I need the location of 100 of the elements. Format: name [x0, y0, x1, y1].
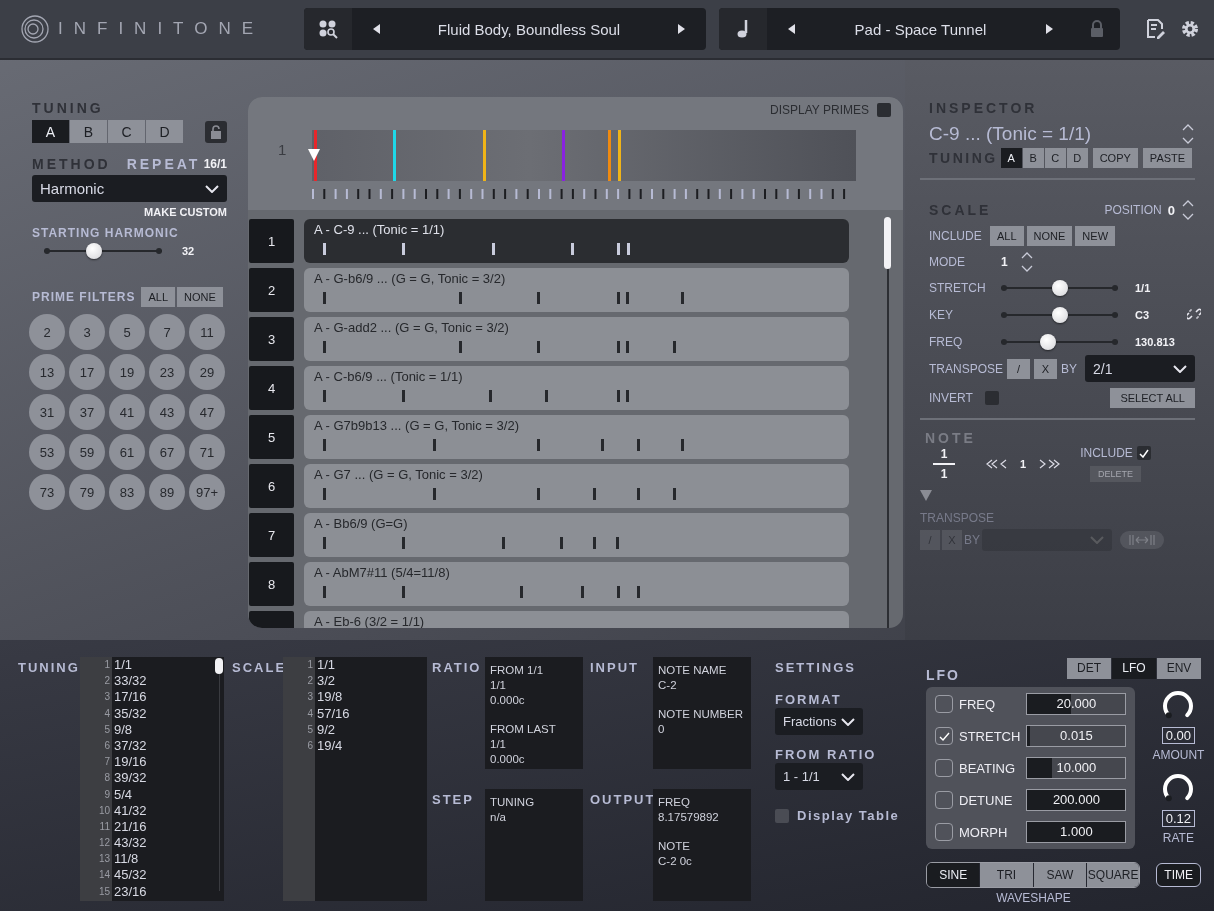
method-dropdown[interactable]: Harmonic: [32, 175, 227, 202]
ratio-value[interactable]: 37/32: [114, 737, 147, 755]
lfo-tab[interactable]: ENV: [1157, 657, 1201, 679]
param-field[interactable]: 1.000: [1026, 821, 1127, 843]
param-checkbox[interactable]: [935, 695, 953, 713]
chord-card[interactable]: A - G7 ... (G = G, Tonic = 3/2): [304, 464, 849, 508]
prime-button[interactable]: 23: [149, 354, 185, 390]
time-button[interactable]: TIME: [1156, 863, 1201, 887]
prime-button[interactable]: 59: [69, 434, 105, 470]
display-primes-checkbox[interactable]: [877, 103, 891, 117]
tuning-tab[interactable]: A: [1000, 148, 1022, 168]
ratio-value[interactable]: 9/2: [317, 721, 350, 738]
transpose-button[interactable]: X: [1034, 358, 1057, 379]
prime-button[interactable]: 7: [149, 314, 185, 350]
slider-thumb[interactable]: [1051, 279, 1068, 296]
scrollbar-thumb[interactable]: [884, 217, 891, 269]
ratio-value[interactable]: 33/32: [114, 673, 147, 690]
transpose-dropdown[interactable]: 2/1: [1085, 355, 1195, 382]
include-button[interactable]: ALL: [990, 226, 1024, 246]
ratio-value[interactable]: 39/32: [114, 770, 147, 787]
prime-button[interactable]: 61: [109, 434, 145, 470]
arrow-right-icon[interactable]: [1044, 23, 1054, 35]
ratio-value[interactable]: 19/4: [317, 737, 350, 755]
save-file-icon[interactable]: [1145, 19, 1165, 39]
from-ratio-dropdown[interactable]: 1 - 1/1: [775, 763, 863, 790]
chord-number[interactable]: 7: [249, 513, 294, 557]
slider-thumb[interactable]: [1039, 333, 1056, 350]
format-dropdown[interactable]: Fractions: [775, 708, 863, 735]
prime-button[interactable]: 71: [189, 434, 225, 470]
prime-button[interactable]: 83: [109, 474, 145, 510]
inspector-button[interactable]: COPY: [1092, 148, 1138, 168]
prime-button[interactable]: 37: [69, 394, 105, 430]
waveshape-option[interactable]: SINE: [927, 863, 980, 887]
chord-card[interactable]: A - C-9 ... (Tonic = 1/1): [304, 219, 849, 263]
slider-thumb[interactable]: [85, 243, 102, 259]
chord-number[interactable]: 5: [249, 415, 294, 459]
chord-card[interactable]: A - G7b9b13 ... (G = G, Tonic = 3/2): [304, 415, 849, 459]
tuning-tab[interactable]: C: [1044, 148, 1066, 168]
chord-number[interactable]: 8: [249, 562, 294, 606]
param-checkbox[interactable]: [935, 791, 953, 809]
prime-button[interactable]: 97+: [189, 474, 225, 510]
prime-button[interactable]: 79: [69, 474, 105, 510]
arrow-right-icon[interactable]: [676, 23, 686, 35]
ratio-value[interactable]: 3/2: [317, 673, 350, 690]
scrollbar-thumb[interactable]: [215, 658, 223, 674]
param-checkbox[interactable]: [935, 727, 953, 745]
prime-filter-button[interactable]: NONE: [177, 287, 223, 307]
tuning-tab[interactable]: C: [108, 120, 145, 143]
lock-button[interactable]: [205, 120, 227, 143]
chord-number[interactable]: 6: [249, 464, 294, 508]
ratio-value[interactable]: 57/16: [317, 705, 350, 722]
playhead-icon[interactable]: [308, 149, 320, 161]
prime-button[interactable]: 43: [149, 394, 185, 430]
display-table-checkbox[interactable]: [775, 808, 789, 823]
ratio-value[interactable]: 1/1: [317, 657, 350, 674]
ratio-value[interactable]: 45/32: [114, 867, 147, 884]
ratio-value[interactable]: 5/4: [114, 786, 147, 803]
prime-button[interactable]: 31: [29, 394, 65, 430]
ratio-value[interactable]: 35/32: [114, 705, 147, 722]
tuning-tab[interactable]: A: [32, 120, 69, 143]
chord-card[interactable]: A - Bb6/9 (G=G): [304, 513, 849, 557]
make-custom-button[interactable]: MAKE CUSTOM: [144, 206, 227, 218]
ratio-value[interactable]: 19/16: [114, 754, 147, 771]
double-right-arrow-icon[interactable]: [1038, 459, 1061, 469]
lfo-tab[interactable]: LFO: [1112, 657, 1156, 679]
include-button[interactable]: NONE: [1026, 226, 1073, 246]
ratio-value[interactable]: 1/1: [114, 657, 147, 674]
up-down-chevron-icon[interactable]: [1181, 198, 1195, 222]
prime-button[interactable]: 53: [29, 434, 65, 470]
chord-number[interactable]: 3: [249, 317, 294, 361]
arrow-left-icon[interactable]: [372, 23, 382, 35]
arrow-left-icon[interactable]: [787, 23, 797, 35]
ratio-value[interactable]: 43/32: [114, 835, 147, 852]
param-field[interactable]: 0.015: [1026, 725, 1127, 747]
tuning-tab[interactable]: D: [1066, 148, 1088, 168]
chord-card[interactable]: A - C-b6/9 ... (Tonic = 1/1): [304, 366, 849, 410]
include-button[interactable]: NEW: [1075, 226, 1116, 246]
lfo-tab[interactable]: DET: [1067, 657, 1111, 679]
chord-number[interactable]: 4: [249, 366, 294, 410]
prime-button[interactable]: 47: [189, 394, 225, 430]
prime-button[interactable]: 13: [29, 354, 65, 390]
param-field[interactable]: 20.000: [1026, 693, 1127, 715]
chord-number[interactable]: 1: [249, 219, 294, 263]
chord-card[interactable]: A - Eb-6 (3/2 = 1/1): [304, 611, 849, 628]
waveshape-option[interactable]: SAW: [1033, 863, 1086, 887]
tuning-tab[interactable]: B: [1022, 148, 1044, 168]
tuning-tab[interactable]: B: [70, 120, 107, 143]
prime-button[interactable]: 67: [149, 434, 185, 470]
chord-card[interactable]: A - G-b6/9 ... (G = G, Tonic = 3/2): [304, 268, 849, 312]
tuning-tab[interactable]: D: [146, 120, 183, 143]
transpose-button[interactable]: /: [1007, 358, 1030, 379]
prime-button[interactable]: 29: [189, 354, 225, 390]
waveshape-option[interactable]: TRI: [980, 863, 1033, 887]
preset-search-icon[interactable]: [318, 19, 338, 39]
settings-icon[interactable]: [1180, 19, 1200, 39]
prime-button[interactable]: 41: [109, 394, 145, 430]
lock-icon[interactable]: [1090, 20, 1104, 38]
inspector-button[interactable]: PASTE: [1142, 148, 1193, 168]
param-field[interactable]: 10.000: [1026, 757, 1127, 779]
prime-button[interactable]: 3: [69, 314, 105, 350]
